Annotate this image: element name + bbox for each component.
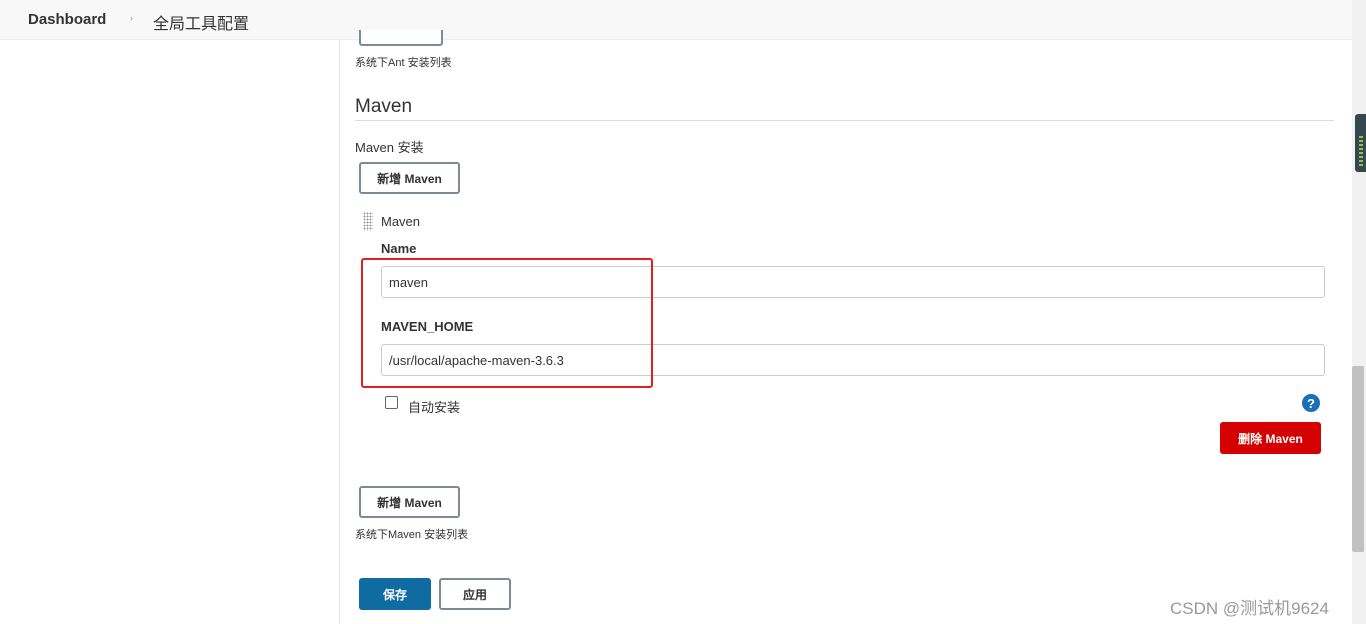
add-ant-button[interactable] [359,30,443,46]
name-label: Name [381,241,417,256]
maven-home-input[interactable] [381,344,1325,376]
watermark: CSDN @测试机9624 [1170,599,1329,618]
apply-button[interactable]: 应用 [439,578,511,610]
maven-install-label: Maven 安装 [355,140,424,155]
save-button[interactable]: 保存 [359,578,431,610]
maven-name-input[interactable] [381,266,1325,298]
auto-install-checkbox[interactable] [385,396,398,409]
top-bar: Dashboard › 全局工具配置 [0,0,1352,40]
help-icon[interactable]: ? [1302,394,1320,412]
maven-install-list-note: 系统下Maven 安装列表 [355,529,469,541]
ant-install-list-note: 系统下Ant 安装列表 [355,57,452,69]
add-maven-button-bottom[interactable]: 新增 Maven [359,486,460,518]
sidebar [0,40,340,624]
breadcrumb-chevron-icon[interactable]: › [130,13,133,23]
scrollbar-thumb[interactable] [1352,366,1364,552]
maven-entry-header: Maven [381,214,421,229]
breadcrumb-dashboard[interactable]: Dashboard [28,11,106,28]
maven-home-label: MAVEN_HOME [381,319,474,334]
breadcrumb-current-page: 全局工具配置 [153,16,250,33]
add-maven-button[interactable]: 新增 Maven [359,162,460,194]
drag-handle-icon[interactable] [363,212,373,231]
side-widget-bars-icon [1359,136,1363,166]
section-divider [355,120,1334,121]
auto-install-label[interactable]: 自动安装 [408,397,460,416]
delete-maven-button[interactable]: 删除 Maven [1220,422,1321,454]
maven-section-title: Maven [355,96,413,117]
